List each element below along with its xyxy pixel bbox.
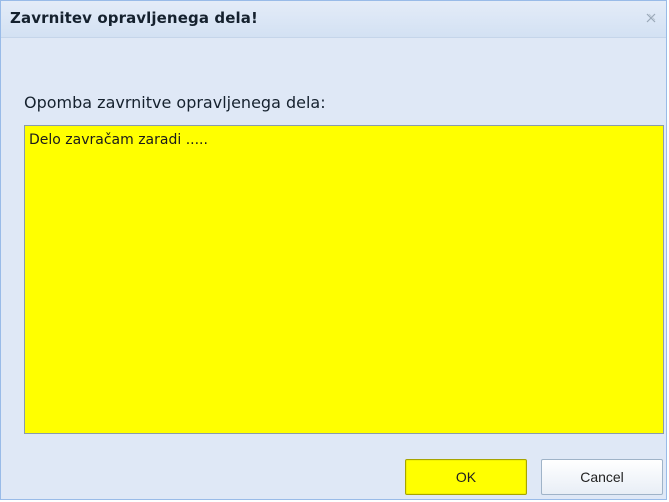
dialog-titlebar[interactable]: Zavrnitev opravljenega dela!	[1, 1, 666, 38]
reject-work-dialog: Zavrnitev opravljenega dela! Opomba zavr…	[0, 0, 667, 500]
note-label: Opomba zavrnitve opravljenega dela:	[24, 93, 326, 112]
rejection-note-textarea[interactable]: Delo zavračam zaradi .....	[24, 125, 664, 434]
close-icon[interactable]	[644, 11, 658, 25]
cancel-button[interactable]: Cancel	[541, 459, 663, 495]
ok-button[interactable]: OK	[405, 459, 527, 495]
dialog-title: Zavrnitev opravljenega dela!	[10, 9, 258, 27]
